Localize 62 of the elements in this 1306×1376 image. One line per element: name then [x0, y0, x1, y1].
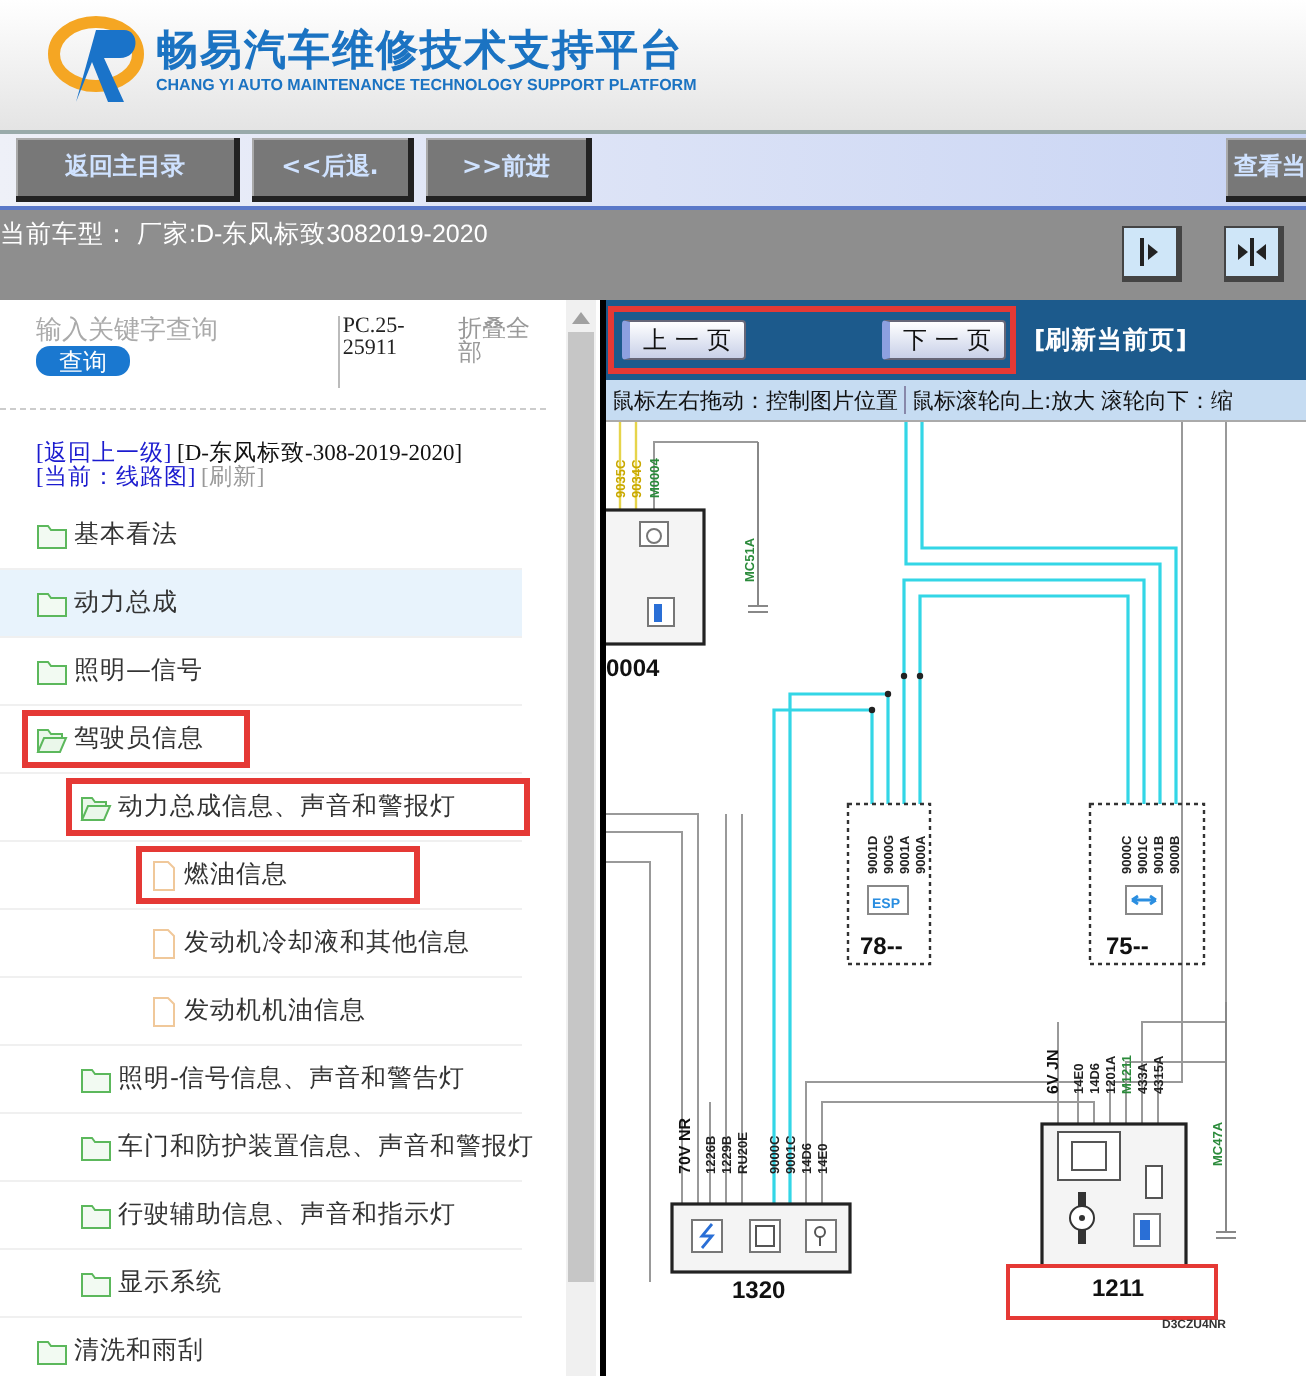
- resistor-icon: [1145, 1165, 1163, 1199]
- tree-item-label[interactable]: 燃油信息: [184, 858, 288, 892]
- part-code-text: PC.25-25911: [338, 316, 451, 388]
- fuel-pump-icon: [1133, 1213, 1161, 1247]
- connector-code: 70V NR: [676, 1117, 694, 1174]
- tree-item-label[interactable]: 车门和防护装置信息、声音和警报灯: [118, 1130, 534, 1164]
- hint-text: 滚轮向下：缩: [1101, 385, 1234, 415]
- tree-item-label[interactable]: 动力总成: [74, 586, 178, 620]
- tree-row[interactable]: 清洗和雨刮: [0, 1318, 522, 1376]
- tree-row[interactable]: 动力总成信息、声音和警报灯: [0, 774, 522, 842]
- tree-item-label[interactable]: 清洗和雨刮: [74, 1334, 204, 1368]
- platform-subtitle: CHANG YI AUTO MAINTENANCE TECHNOLOGY SUPPORT PLATFORM: [156, 76, 697, 94]
- lightning-icon: [691, 1219, 723, 1253]
- tree-row[interactable]: 照明-信号信息、声音和警告灯: [0, 1046, 522, 1114]
- previous-page-button[interactable]: 上 一 页: [622, 320, 746, 360]
- tree-row[interactable]: 行驶辅助信息、声音和指示灯: [0, 1182, 522, 1250]
- tree-row[interactable]: 动力总成: [0, 570, 522, 638]
- component-number: 0004: [606, 654, 660, 682]
- scroll-up-icon: [572, 312, 590, 324]
- fuel-pump-icon: [647, 597, 675, 627]
- tree-item-label[interactable]: 行驶辅助信息、声音和指示灯: [118, 1198, 456, 1232]
- motor-icon: [1069, 1192, 1095, 1244]
- refresh-page-button[interactable]: [刷新当前页]: [1034, 323, 1187, 357]
- tree-item-label[interactable]: 发动机冷却液和其他信息: [184, 926, 470, 960]
- tree-row[interactable]: 照明—信号: [0, 638, 522, 706]
- component-number: 1320: [732, 1276, 786, 1304]
- tree-row[interactable]: 发动机冷却液和其他信息: [0, 910, 522, 978]
- tree-item-label[interactable]: 动力总成信息、声音和警报灯: [118, 790, 456, 824]
- gauge-icon: [639, 521, 669, 547]
- hint-text: 鼠标滚轮向上:放大: [912, 385, 1096, 415]
- scroll-thumb[interactable]: [568, 332, 594, 1282]
- split-panel-button[interactable]: [1224, 226, 1284, 282]
- next-page-button[interactable]: 下 一 页: [882, 320, 1006, 360]
- scrollbar[interactable]: [566, 300, 596, 1376]
- back-up-link[interactable]: [返回上一级]: [36, 442, 172, 466]
- tree-item-label[interactable]: 基本看法: [74, 518, 178, 552]
- component-number: 78--: [860, 932, 903, 960]
- tree-item-label[interactable]: 发动机机油信息: [184, 994, 366, 1028]
- tree-row[interactable]: 燃油信息: [0, 842, 522, 910]
- tree-row[interactable]: 驾驶员信息: [0, 706, 522, 774]
- sensor-icon: [805, 1219, 837, 1253]
- component-number: 1211: [1092, 1274, 1145, 1302]
- component-number: 75--: [1106, 932, 1149, 960]
- chip-icon: [749, 1219, 781, 1253]
- connector-code: 6V JN: [1044, 1049, 1062, 1094]
- hint-text: 鼠标左右拖动：控制图片位置: [612, 385, 898, 415]
- model-path-text: [D-东风标致-308-2019-2020]: [177, 442, 463, 466]
- arrow-right-icon: [1138, 236, 1162, 268]
- logo-icon: [48, 13, 148, 105]
- expand-panel-button[interactable]: [1122, 226, 1182, 282]
- current-model-text: 当前车型： 厂家:D-东风标致3082019-2020: [0, 218, 488, 252]
- search-button[interactable]: 查询: [36, 346, 130, 376]
- tree-item-label[interactable]: 照明-信号信息、声音和警告灯: [118, 1062, 466, 1096]
- tree-item-label[interactable]: 驾驶员信息: [74, 722, 204, 756]
- tree-row[interactable]: 发动机机油信息: [0, 978, 522, 1046]
- platform-title: 畅易汽车维修技术支持平台: [156, 24, 686, 76]
- split-arrows-icon: [1236, 236, 1268, 268]
- tree-item-label[interactable]: 显示系统: [118, 1266, 222, 1300]
- chip-icon: [1057, 1131, 1121, 1181]
- tree-item-label[interactable]: 照明—信号: [74, 654, 203, 688]
- tree-row[interactable]: 显示系统: [0, 1250, 522, 1318]
- current-view-link[interactable]: [当前：线路图]: [36, 466, 196, 490]
